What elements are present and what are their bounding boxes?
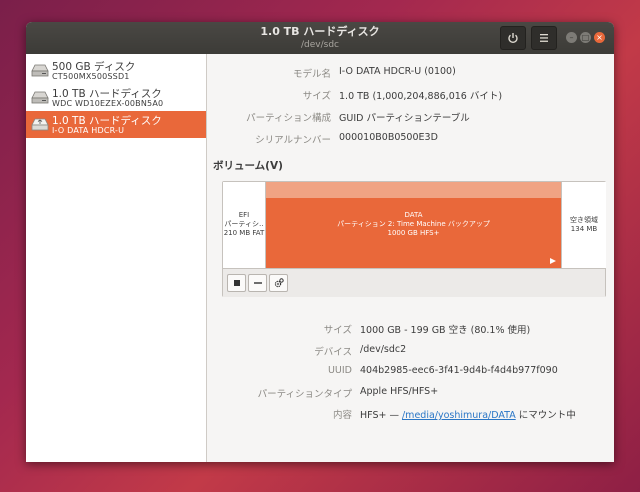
maximize-icon: □ [581, 33, 590, 42]
device-value: /dev/sdc2 [360, 344, 407, 355]
partition-size-row: サイズ 1000 GB - 199 GB 空き (80.1% 使用) [207, 322, 614, 336]
hamburger-menu-icon [540, 34, 548, 42]
disk-size-value: 1.0 TB (1,000,204,886,016 バイト) [339, 91, 503, 102]
hard-disk-icon [31, 91, 49, 104]
gears-icon [274, 278, 284, 288]
power-icon [508, 33, 518, 44]
data-desc: パーティション 2: Time Machine バックアップ [337, 220, 490, 228]
drive-item-iodata[interactable]: 1.0 TB ハードディスク I-O DATA HDCR-U [26, 111, 206, 138]
partitioning-row: パーティション構成 GUID パーティションテーブル [207, 110, 614, 124]
drive-model: I-O DATA HDCR-U [52, 126, 125, 135]
usb-hard-disk-icon [31, 118, 49, 131]
device-row: デバイス /dev/sdc2 [207, 344, 614, 358]
data-name: DATA [404, 211, 423, 219]
menu-button[interactable] [531, 26, 557, 50]
model-row: モデル名 I-O DATA HDCR-U (0100) [207, 66, 614, 80]
contents-prefix: HFS+ — [360, 410, 402, 421]
efi-name: EFI [238, 211, 250, 219]
more-actions-button[interactable] [269, 274, 288, 292]
serial-label: シリアルナンバー [255, 135, 331, 146]
partition-data[interactable]: DATA パーティション 2: Time Machine バックアップ 1000… [266, 182, 561, 268]
drive-item-wdc[interactable]: 1.0 TB ハードディスク WDC WD10EZEX-00BN5A0 [26, 84, 206, 111]
free-label: 空き領域 [570, 216, 598, 224]
serial-row: シリアルナンバー 000010B0B0500E3D [207, 132, 614, 146]
partition-type-row: パーティションタイプ Apple HFS/HFS+ [207, 386, 614, 400]
minimize-icon: – [569, 33, 574, 42]
serial-value: 000010B0B0500E3D [339, 132, 438, 143]
contents-label: 内容 [332, 410, 352, 421]
device-label: デバイス [314, 347, 352, 358]
disk-size-label: サイズ [302, 91, 331, 102]
drive-item-ssd[interactable]: 500 GB ディスク CT500MX500SSD1 [26, 57, 206, 84]
uuid-row: UUID 404b2985-eec6-3f41-9d4b-f4d4b977f09… [207, 365, 614, 379]
partition-usage-bar [266, 182, 561, 198]
close-icon: × [596, 33, 603, 42]
stop-icon [233, 280, 240, 286]
mount-point-link[interactable]: /media/yoshimura/DATA [402, 410, 516, 421]
drive-model: CT500MX500SSD1 [52, 72, 130, 81]
drive-details: モデル名 I-O DATA HDCR-U (0100) サイズ 1.0 TB (… [207, 54, 614, 462]
maximize-button[interactable]: □ [580, 32, 591, 43]
uuid-label: UUID [327, 365, 352, 376]
volume-toolbar [223, 268, 605, 297]
partitioning-value: GUID パーティションテーブル [339, 113, 470, 124]
efi-desc: パーティシ‥ [224, 220, 264, 228]
disk-size-row: サイズ 1.0 TB (1,000,204,886,016 バイト) [207, 88, 614, 102]
model-value: I-O DATA HDCR-U (0100) [339, 66, 456, 77]
ssd-drive-icon [31, 64, 49, 77]
data-size: 1000 GB HFS+ [387, 229, 440, 237]
contents-suffix: にマウント中 [515, 410, 576, 421]
partitioning-label: パーティション構成 [246, 113, 331, 124]
partition-type-label: パーティションタイプ [257, 389, 352, 400]
close-button[interactable]: × [594, 32, 605, 43]
partition-type-value: Apple HFS/HFS+ [360, 386, 439, 397]
uuid-value: 404b2985-eec6-3f41-9d4b-f4d4b977f090 [360, 365, 558, 376]
efi-size: 210 MB FAT [223, 229, 265, 237]
mounted-play-icon [550, 258, 556, 264]
volume-map: EFI パーティシ‥ 210 MB FAT DATA パーティション 2: Ti… [222, 181, 606, 297]
drive-list: 500 GB ディスク CT500MX500SSD1 1.0 TB ハードディス… [26, 54, 207, 462]
disks-window: 1.0 TB ハードディスク /dev/sdc – □ × 500 GB ディス… [26, 22, 614, 462]
contents-value: HFS+ — /media/yoshimura/DATA にマウント中 [360, 407, 576, 421]
partition-size-label: サイズ [323, 325, 352, 336]
drive-model: WDC WD10EZEX-00BN5A0 [52, 99, 164, 108]
power-off-button[interactable] [500, 26, 526, 50]
model-label: モデル名 [292, 69, 331, 80]
contents-row: 内容 HFS+ — /media/yoshimura/DATA にマウント中 [207, 407, 614, 421]
minus-icon [253, 282, 262, 284]
titlebar: 1.0 TB ハードディスク /dev/sdc – □ × [26, 22, 614, 54]
delete-partition-button[interactable] [248, 274, 267, 292]
unmount-button[interactable] [227, 274, 246, 292]
volumes-heading: ボリューム(V) [213, 160, 283, 172]
free-size: 134 MB [570, 225, 598, 233]
minimize-button[interactable]: – [566, 32, 577, 43]
partition-efi[interactable]: EFI パーティシ‥ 210 MB FAT [223, 182, 266, 268]
partition-free-space[interactable]: 空き領域 134 MB [561, 182, 606, 268]
partition-size-value: 1000 GB - 199 GB 空き (80.1% 使用) [360, 325, 531, 336]
